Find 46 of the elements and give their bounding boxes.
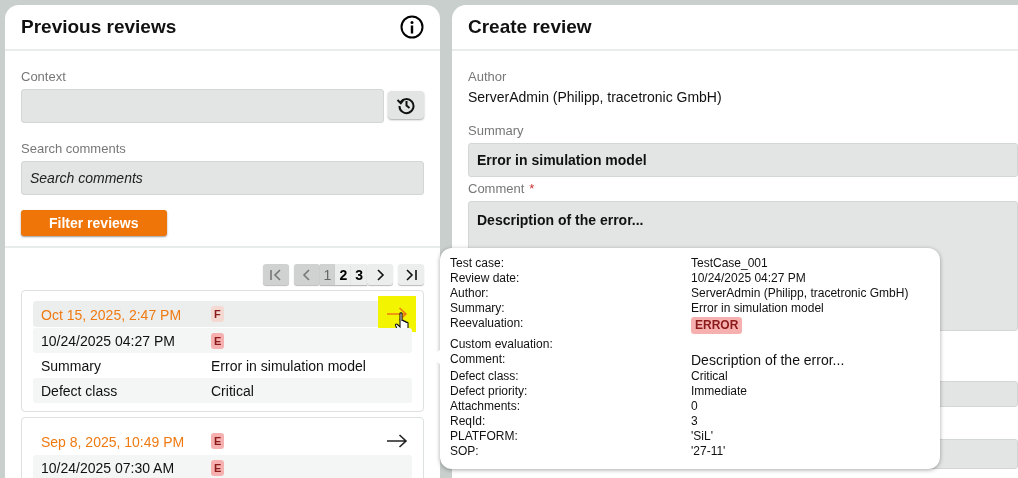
tooltip-value: 0	[691, 399, 698, 414]
row-value: Error in simulation model	[211, 357, 366, 374]
tooltip-value: Immediate	[691, 384, 748, 399]
field-label: Summary	[468, 123, 524, 138]
tooltip-label: Test case:	[450, 256, 506, 271]
tooltip-label: Comment:	[450, 352, 507, 368]
tooltip-label: Review date:	[450, 271, 521, 286]
status-badge: F	[211, 306, 224, 322]
panel-title: Create review	[468, 16, 592, 38]
status-badge: ERROR	[691, 317, 743, 334]
required-mark: *	[529, 181, 535, 196]
status-badge: E	[211, 332, 225, 349]
panel-title: Previous reviews	[21, 16, 177, 38]
tooltip-label: Author:	[450, 286, 490, 301]
tooltip-value: TestCase_001	[691, 256, 768, 271]
tooltip-label: Attachments:	[450, 399, 522, 414]
tooltip-label: Defect class:	[450, 369, 520, 384]
tooltip-value: 3	[691, 414, 698, 429]
tooltip-value: '27-11'	[691, 444, 726, 459]
tooltip-label: Defect priority:	[450, 384, 529, 399]
tooltip-value: Critical	[691, 369, 728, 384]
tooltip-label: SOP:	[450, 444, 480, 459]
field-label: Context	[21, 69, 66, 84]
tooltip-value: 10/24/2025 04:27 PM	[691, 271, 806, 286]
author-name: ServerAdmin (Philipp, tracetronic GmbH)	[468, 89, 722, 105]
tooltip-label: Custom evaluation:	[450, 337, 554, 352]
field-label: Author	[468, 69, 507, 84]
tooltip-value: Error in simulation model	[691, 301, 824, 316]
tooltip-value: ServerAdmin (Philipp, tracetronic GmbH)	[691, 286, 909, 301]
tooltip-label: Summary:	[450, 301, 506, 316]
tooltip-label: ReqId:	[450, 414, 487, 429]
tooltip-label: Reevaluation:	[450, 316, 525, 332]
tooltip-label: PLATFORM:	[450, 429, 519, 444]
row-value: Critical	[211, 382, 254, 399]
row-label: 10/24/2025 04:27 PM	[41, 333, 175, 349]
review-date: Oct 15, 2025, 2:47 PM	[41, 306, 182, 323]
row-label: Summary	[41, 358, 101, 374]
field-label: Comment	[468, 181, 525, 196]
tooltip-value: Description of the error...	[691, 352, 845, 369]
row-label: 10/24/2025 07:30 AM	[41, 460, 175, 476]
review-date: Sep 8, 2025, 10:49 PM	[41, 433, 185, 450]
row-label: Defect class	[41, 383, 118, 399]
status-badge: E	[211, 433, 225, 449]
status-badge: E	[211, 459, 225, 476]
tooltip-value: 'SiL'	[691, 429, 713, 444]
field-label: Search comments	[21, 141, 126, 156]
